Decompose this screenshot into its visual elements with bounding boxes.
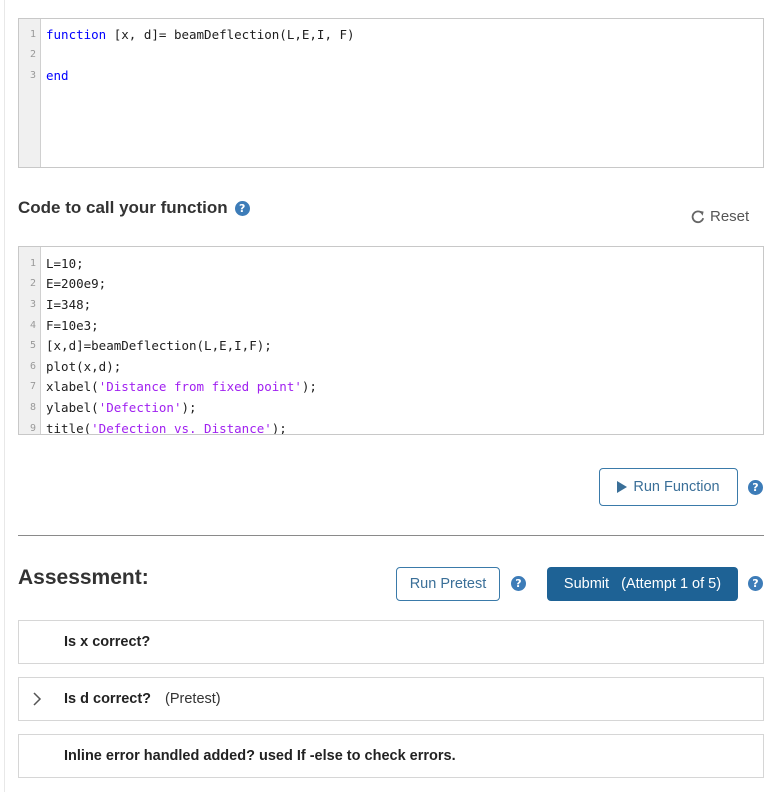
line-number: 2 [29,49,36,61]
code-token: plot(x,d); [46,358,122,374]
run-function-button[interactable]: Run Function [599,468,738,506]
code-line: 1 function [x, d]= beamDeflection(L,E,I, … [19,24,763,45]
line-number: 4 [29,319,36,331]
code-token: ); [301,379,317,395]
line-number: 7 [29,381,36,393]
code-text: [x,d]=beamDeflection(L,E,I,F); [41,338,272,353]
assessment-test-item[interactable]: Is d correct? (Pretest) [18,677,764,721]
code-line: 5 [x,d]=beamDeflection(L,E,I,F); [19,335,763,356]
code-line: 8 ylabel('Defection'); [19,397,763,418]
submit-button[interactable]: Submit (Attempt 1 of 5) [547,567,738,601]
code-line: 6 plot(x,d); [19,356,763,377]
code-text: end [41,68,69,83]
code-token: F=10e3; [46,317,99,333]
section-divider [18,535,764,536]
code-text: E=200e9; [41,276,106,291]
line-number: 9 [29,422,36,434]
call-section-heading: Code to call your function ? [18,198,250,218]
call-code-lines: 1 L=10; 2 E=200e9; 3 I=348; 4 F=10e3; 5 [x,d]=bea… [19,253,763,435]
chevron-right-icon[interactable] [31,691,43,707]
code-text: plot(x,d); [41,359,121,374]
keyword-token: function [46,26,107,42]
code-text: title('Defection vs. Distance'); [41,420,287,435]
code-line: 9 title('Defection vs. Distance'); [19,418,763,435]
test-title: Inline error handled added? used If -els… [64,748,456,764]
play-icon [617,481,628,493]
help-icon[interactable]: ? [234,200,250,216]
code-text: xlabel('Distance from fixed point'); [41,379,317,394]
test-title-text: Is x correct? [64,634,151,650]
line-number: 1 [29,257,36,269]
line-number: 8 [29,401,36,413]
function-code-lines: 1 function [x, d]= beamDeflection(L,E,I, … [19,24,763,86]
run-pretest-help-icon[interactable]: ? [511,576,526,591]
code-text: ylabel('Defection'); [41,400,197,415]
line-number: 6 [29,360,36,372]
line-number: 5 [29,340,36,352]
string-token: 'Defection' [98,399,182,415]
code-token: ylabel( [46,399,99,415]
reset-button[interactable]: Reset [690,208,749,225]
page-left-border [0,0,5,792]
submit-help-icon[interactable]: ? [748,576,763,591]
code-line: 2 [19,45,763,66]
code-token: E=200e9; [46,276,107,292]
line-number: 2 [29,278,36,290]
test-title: Is x correct? [64,634,150,650]
code-line: 2 E=200e9; [19,274,763,295]
run-function-help-icon[interactable]: ? [748,480,763,495]
test-title-text: Is d correct? [64,691,152,707]
code-text: I=348; [41,297,91,312]
call-code-editor[interactable]: 1 L=10; 2 E=200e9; 3 I=348; 4 F=10e3; 5 [x,d]=bea… [18,246,764,435]
code-token: [x,d]=beamDeflection(L,E,I,F); [46,338,272,354]
function-code-editor[interactable]: 1 function [x, d]= beamDeflection(L,E,I, … [18,18,764,168]
code-line: 3 end [19,65,763,86]
code-line: 1 L=10; [19,253,763,274]
assessment-test-item[interactable]: Inline error handled added? used If -els… [18,734,764,778]
assessment-title: Assessment: [18,566,149,589]
pretest-tag: (Pretest) [165,691,221,707]
code-text: L=10; [41,256,84,271]
code-text: F=10e3; [41,318,99,333]
code-line: 3 I=348; [19,294,763,315]
code-token: L=10; [46,255,84,271]
line-number: 3 [29,298,36,310]
run-pretest-button[interactable]: Run Pretest [396,567,500,601]
code-text: function [x, d]= beamDeflection(L,E,I, F… [41,27,355,42]
call-section-title: Code to call your function [18,198,228,217]
code-token: xlabel( [46,379,99,395]
keyword-token: end [46,67,69,83]
code-line: 4 F=10e3; [19,315,763,336]
string-token: 'Distance from fixed point' [98,379,302,395]
reset-icon [691,209,705,223]
code-token: I=348; [46,296,92,312]
code-token: ); [181,399,197,415]
code-token: title( [46,420,92,435]
code-token: [x, d]= beamDeflection(L,E,I, F) [106,26,355,42]
assessment-test-item[interactable]: Is x correct? [18,620,764,664]
line-number: 1 [29,28,36,40]
test-title-text: Inline error handled added? used If -els… [64,748,456,764]
run-function-label: Run Function [633,479,720,495]
line-number: 3 [29,69,36,81]
code-line: 7 xlabel('Distance from fixed point'); [19,377,763,398]
test-title: Is d correct? (Pretest) [64,691,221,707]
reset-label: Reset [710,208,750,225]
string-token: 'Defection vs. Distance' [91,420,272,435]
code-token: ); [271,420,287,435]
